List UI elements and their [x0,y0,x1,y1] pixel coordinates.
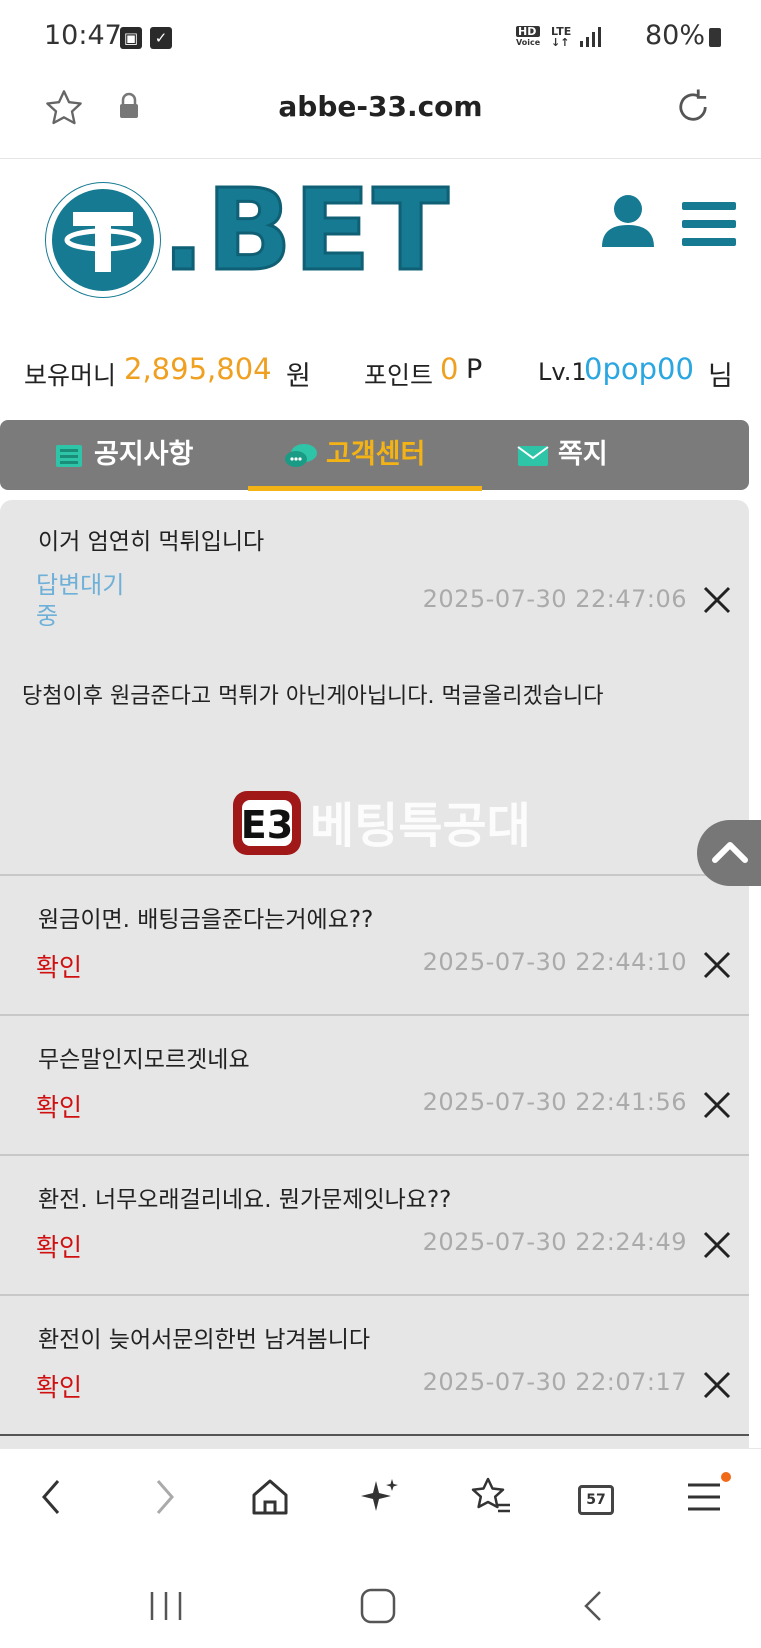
level-label: Lv.1 [538,358,587,386]
money-value: 2,895,804 [124,352,272,386]
message-status: 확인 [36,953,83,982]
message-title[interactable]: 무슨말인지모르겟네요 [38,1040,250,1074]
tab-notice[interactable]: 공지사항 [52,420,193,490]
recent-apps-icon[interactable] [146,1588,186,1624]
tabs-button[interactable]: 57 [568,1471,620,1523]
message-title[interactable]: 환전이 늦어서문의한번 남겨봄니다 [38,1320,370,1354]
scroll-top-button[interactable] [697,820,761,886]
status-time: 10:47 [44,20,122,51]
message-status: 확인 [36,1233,83,1262]
divider [0,1294,749,1296]
battery-percent: 80% [644,20,705,51]
url-bar: abbe-33.com [0,72,761,159]
divider [0,874,749,876]
bookmarks-icon[interactable] [464,1471,516,1523]
message-date: 2025-07-30 22:07:17 [422,1368,687,1396]
message-status: 확인 [36,1373,83,1402]
hamburger-menu-icon[interactable] [682,202,736,246]
forward-icon[interactable] [138,1471,190,1523]
message-title[interactable]: 환전. 너무오래걸리네요. 뭔가문제잇나요?? [38,1180,451,1214]
url-text[interactable]: abbe-33.com [0,90,761,123]
message-date: 2025-07-30 22:24:49 [422,1228,687,1256]
tab-notice-label: 공지사항 [94,439,194,470]
gallery-notification-icon: ▣ [120,27,142,49]
tabs-count: 57 [578,1485,614,1515]
divider [0,1154,749,1156]
point-unit: P [466,354,483,385]
site-logo-text[interactable]: .BET [161,165,451,298]
lte-icon: LTE ↓↑ [551,25,572,49]
home-icon[interactable] [244,1471,296,1523]
envelope-icon [517,445,549,466]
message-date: 2025-07-30 22:41:56 [422,1088,687,1116]
signal-icon [580,27,601,47]
back-icon[interactable] [26,1471,78,1523]
tab-bar: 공지사항 고객센터 쪽지 [0,420,749,490]
system-navigation-bar [0,1548,761,1648]
honorific-suffix: 님 [708,361,733,392]
username[interactable]: 0pop00 [584,352,694,386]
active-tab-indicator [248,486,482,491]
watermark-text: 베팅특공대 [310,798,531,854]
back-nav-icon[interactable] [578,1588,608,1624]
close-icon[interactable] [700,1368,734,1402]
divider [0,1434,749,1436]
reload-icon[interactable] [672,86,714,128]
point-label: 포인트 [364,361,434,390]
tab-messages-label: 쪽지 [558,439,608,470]
ai-sparkle-icon[interactable] [354,1471,406,1523]
close-icon[interactable] [700,583,734,617]
message-date: 2025-07-30 22:47:06 [422,585,687,613]
message-title[interactable]: 원금이면. 배팅금을준다는거에요?? [38,900,373,934]
tab-customer-center-label: 고객센터 [326,439,426,470]
message-status: 확인 [36,1093,83,1122]
message-body: 당첨이후 원금준다고 먹튀가 아닌게아닙니다. 먹글올리겠습니다 [22,684,604,709]
battery-icon [709,28,721,47]
close-icon[interactable] [700,1088,734,1122]
menu-icon[interactable] [680,1471,732,1523]
chevron-up-icon [712,842,748,863]
status-bar: 10:47 ▣ ✓ HD Voice LTE ↓↑ 80% [0,0,761,72]
point-value: 0 [440,352,459,386]
money-unit: 원 [286,361,311,392]
close-icon[interactable] [700,948,734,982]
message-date: 2025-07-30 22:44:10 [422,948,687,976]
watermark-logo-icon: E3 [230,788,304,858]
svg-text:E3: E3 [241,803,293,847]
message-status-pending: 답변대기 중 [36,571,125,630]
user-icon[interactable] [600,193,656,249]
browser-toolbar: 57 [0,1448,761,1549]
tab-customer-center[interactable]: 고객센터 [284,420,425,490]
hd-voice-icon: HD Voice [516,25,541,47]
message-title[interactable]: 이거 엄연히 먹튀입니다 [38,522,264,556]
home-nav-icon[interactable] [358,1586,398,1626]
divider [0,1014,749,1016]
tab-messages[interactable]: 쪽지 [516,420,608,490]
balance-row: 보유머니 2,895,804 원 포인트 0 P Lv.1 0pop00 님 [0,350,761,394]
notebook-icon [56,444,82,467]
close-icon[interactable] [700,1228,734,1262]
tether-logo-icon[interactable] [45,182,161,298]
money-label: 보유머니 [24,361,117,390]
chat-bubbles-icon [285,443,317,467]
check-notification-icon: ✓ [150,27,172,49]
